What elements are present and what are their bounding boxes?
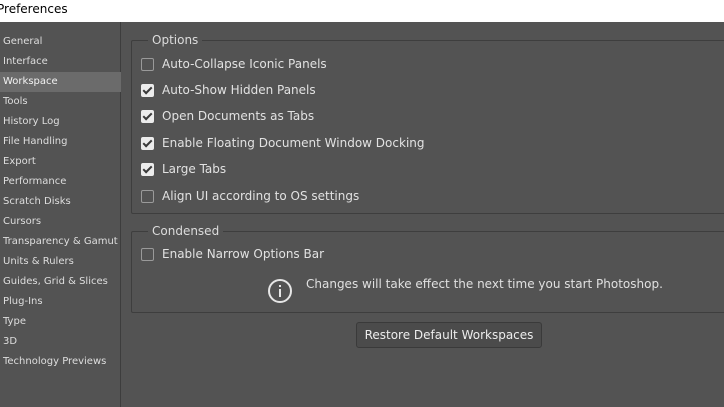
narrow-options-bar-option[interactable]: Enable Narrow Options Bar — [141, 245, 324, 263]
floating-window-docking-option[interactable]: Enable Floating Document Window Docking — [141, 134, 425, 152]
floating-window-docking-label: Enable Floating Document Window Docking — [162, 136, 425, 150]
auto-collapse-iconic-panels-label: Auto-Collapse Iconic Panels — [162, 57, 327, 71]
align-ui-os-settings-label: Align UI according to OS settings — [162, 189, 360, 203]
sidebar-item-guides-grid-slices[interactable]: Guides, Grid & Slices — [0, 272, 121, 292]
sidebar-item-scratch-disks[interactable]: Scratch Disks — [0, 192, 121, 212]
preferences-sidebar: General Interface Workspace Tools Histor… — [0, 22, 121, 407]
large-tabs-option[interactable]: Large Tabs — [141, 160, 226, 178]
sidebar-item-file-handling[interactable]: File Handling — [0, 132, 121, 152]
align-ui-os-settings-option[interactable]: Align UI according to OS settings — [141, 187, 359, 205]
large-tabs-label: Large Tabs — [162, 162, 227, 176]
restart-notice: Changes will take effect the next time y… — [268, 273, 663, 303]
open-documents-as-tabs-label: Open Documents as Tabs — [162, 109, 315, 123]
sidebar-nav: General Interface Workspace Tools Histor… — [0, 32, 121, 372]
auto-show-hidden-panels-option[interactable]: Auto-Show Hidden Panels — [141, 81, 316, 99]
restore-default-workspaces-button[interactable]: Restore Default Workspaces — [356, 322, 542, 348]
narrow-options-bar-label: Enable Narrow Options Bar — [162, 247, 325, 261]
auto-show-hidden-panels-checkbox[interactable] — [141, 83, 154, 97]
auto-collapse-iconic-panels-checkbox[interactable] — [141, 57, 154, 71]
sidebar-item-workspace[interactable]: Workspace — [0, 72, 121, 92]
floating-window-docking-checkbox[interactable] — [141, 136, 154, 150]
sidebar-item-export[interactable]: Export — [0, 152, 121, 172]
sidebar-item-3d[interactable]: 3D — [0, 332, 121, 352]
sidebar-item-cursors[interactable]: Cursors — [0, 212, 121, 232]
sidebar-item-technology-previews[interactable]: Technology Previews — [0, 352, 121, 372]
condensed-group: Condensed Enable Narrow Options Bar Chan… — [131, 223, 724, 313]
sidebar-item-plug-ins[interactable]: Plug-Ins — [0, 292, 121, 312]
sidebar-item-history-log[interactable]: History Log — [0, 112, 121, 132]
restart-notice-text: Changes will take effect the next time y… — [306, 277, 663, 291]
auto-show-hidden-panels-label: Auto-Show Hidden Panels — [162, 83, 316, 97]
sidebar-item-transparency-gamut[interactable]: Transparency & Gamut — [0, 232, 121, 252]
sidebar-item-type[interactable]: Type — [0, 312, 121, 332]
open-documents-as-tabs-option[interactable]: Open Documents as Tabs — [141, 107, 314, 125]
sidebar-item-performance[interactable]: Performance — [0, 172, 121, 192]
sidebar-item-interface[interactable]: Interface — [0, 52, 121, 72]
align-ui-os-settings-checkbox[interactable] — [141, 189, 154, 203]
window-title: Preferences — [0, 2, 68, 16]
options-group: Options Auto-Collapse Iconic Panels Auto… — [131, 32, 724, 214]
auto-collapse-iconic-panels-option[interactable]: Auto-Collapse Iconic Panels — [141, 55, 327, 73]
condensed-group-title: Condensed — [148, 223, 224, 239]
window-title-bar: Preferences — [0, 0, 724, 22]
info-icon — [268, 279, 292, 303]
sidebar-item-units-rulers[interactable]: Units & Rulers — [0, 252, 121, 272]
large-tabs-checkbox[interactable] — [141, 162, 154, 176]
open-documents-as-tabs-checkbox[interactable] — [141, 109, 154, 123]
sidebar-item-tools[interactable]: Tools — [0, 92, 121, 112]
options-group-title: Options — [148, 32, 203, 48]
sidebar-item-general[interactable]: General — [0, 32, 121, 52]
narrow-options-bar-checkbox[interactable] — [141, 247, 154, 261]
